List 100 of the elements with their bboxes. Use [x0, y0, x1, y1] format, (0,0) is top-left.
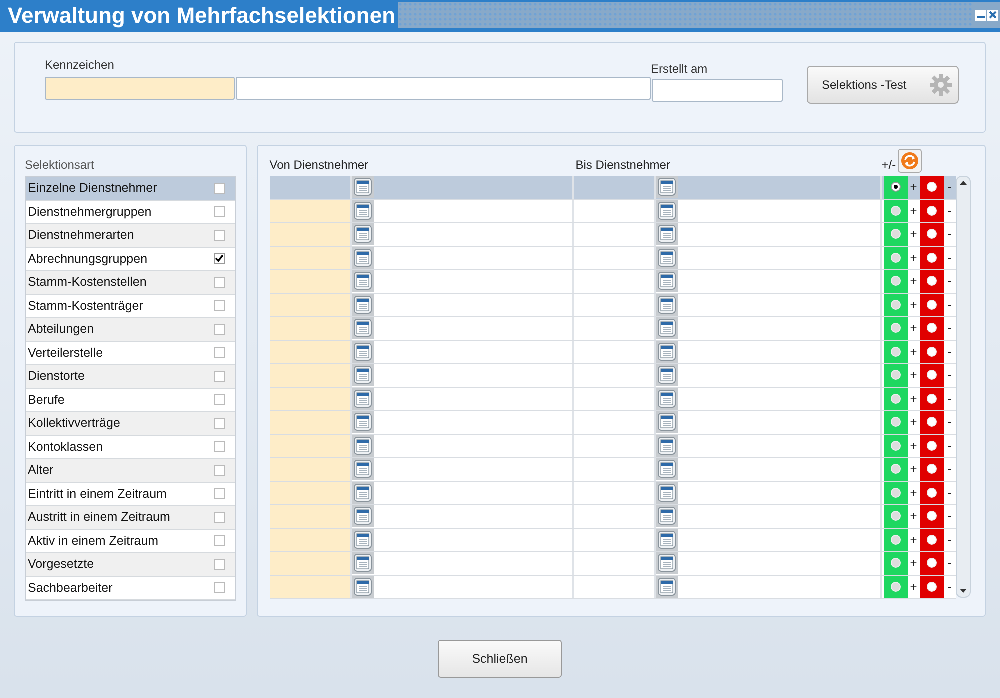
to-picker-button[interactable] [656, 270, 678, 292]
exclude-radio[interactable] [926, 276, 937, 286]
minimize-button[interactable] [975, 10, 986, 20]
checkbox[interactable] [214, 206, 225, 218]
exclude-radio[interactable] [926, 417, 937, 428]
from-picker-button[interactable] [352, 482, 374, 504]
to-picker-button[interactable] [656, 505, 678, 527]
selection-test-button[interactable]: Selektions -Test [807, 66, 959, 104]
from-code-field[interactable] [270, 364, 352, 386]
to-picker-button[interactable] [656, 200, 678, 222]
from-code-field[interactable] [270, 505, 352, 528]
kennzeichen-field[interactable] [45, 77, 235, 100]
exclude-radio[interactable] [926, 346, 937, 357]
grid-row[interactable]: + - [270, 317, 956, 340]
to-picker-button[interactable] [656, 528, 678, 550]
exclude-radio[interactable] [926, 558, 937, 568]
from-code-field[interactable] [270, 388, 352, 410]
to-picker-button[interactable] [656, 388, 678, 410]
from-picker-button[interactable] [352, 458, 374, 480]
checkbox[interactable] [214, 300, 225, 312]
grid-row[interactable]: + - [270, 364, 956, 388]
to-picker-button[interactable] [656, 176, 678, 198]
checkbox[interactable] [214, 324, 225, 335]
grid-row[interactable]: + - [270, 246, 956, 270]
grid-row[interactable]: + - [270, 200, 956, 223]
list-item[interactable]: Vorgesetzte [26, 553, 235, 576]
exclude-radio[interactable] [926, 534, 937, 545]
from-picker-button[interactable] [352, 246, 374, 268]
from-code-field[interactable] [270, 246, 352, 269]
grid-row[interactable]: + - [270, 411, 956, 434]
from-picker-button[interactable] [352, 176, 374, 198]
grid-row[interactable]: + - [270, 388, 956, 411]
grid-row[interactable]: + - [270, 434, 956, 458]
list-item[interactable]: Abteilungen [26, 318, 235, 342]
from-picker-button[interactable] [352, 505, 374, 527]
from-picker-button[interactable] [352, 576, 374, 598]
to-picker-button[interactable] [656, 552, 678, 574]
checkbox[interactable] [214, 535, 225, 546]
list-item[interactable]: Alter [26, 459, 235, 482]
from-code-field[interactable] [270, 528, 352, 551]
list-item[interactable]: Kollektivverträge [26, 412, 235, 436]
list-item[interactable]: Abrechnungsgruppen [26, 248, 235, 271]
exclude-radio[interactable] [926, 370, 937, 380]
list-item[interactable]: Austritt in einem Zeitraum [26, 506, 235, 530]
grid-row[interactable]: + - [270, 458, 956, 482]
grid-row[interactable]: + - [270, 340, 956, 364]
from-code-field[interactable] [270, 200, 352, 222]
exclude-radio[interactable] [926, 206, 937, 216]
to-picker-button[interactable] [656, 317, 678, 339]
exclude-radio[interactable] [926, 394, 937, 404]
grid-row[interactable]: + - [270, 482, 956, 505]
from-code-field[interactable] [270, 317, 352, 340]
exclude-radio[interactable] [926, 300, 937, 310]
exclude-radio[interactable] [926, 488, 937, 498]
to-picker-button[interactable] [656, 411, 678, 433]
grid-row[interactable]: + - [270, 528, 956, 552]
from-picker-button[interactable] [352, 223, 374, 245]
list-item[interactable]: Dienstnehmergruppen [26, 200, 235, 224]
checkbox[interactable] [214, 582, 225, 594]
close-dialog-button[interactable]: Schließen [438, 640, 562, 678]
from-picker-button[interactable] [352, 552, 374, 574]
list-item[interactable]: Stamm-Kostenträger [26, 294, 235, 318]
checkbox[interactable] [214, 347, 225, 358]
checkbox[interactable] [214, 370, 225, 382]
from-code-field[interactable] [270, 576, 352, 598]
from-picker-button[interactable] [352, 317, 374, 339]
to-picker-button[interactable] [656, 340, 678, 362]
to-picker-button[interactable] [656, 458, 678, 480]
to-picker-button[interactable] [656, 246, 678, 268]
exclude-radio[interactable] [926, 440, 937, 451]
exclude-radio[interactable] [926, 511, 937, 522]
from-picker-button[interactable] [352, 388, 374, 410]
grid-row[interactable]: + - [270, 223, 956, 246]
close-button[interactable] [987, 10, 998, 20]
description-field[interactable] [236, 77, 651, 100]
to-picker-button[interactable] [656, 223, 678, 245]
to-picker-button[interactable] [656, 482, 678, 504]
from-picker-button[interactable] [352, 411, 374, 433]
scrollbar[interactable] [956, 176, 971, 598]
checkbox[interactable] [214, 418, 225, 429]
list-item[interactable]: Eintritt in einem Zeitraum [26, 482, 235, 506]
from-code-field[interactable] [270, 340, 352, 363]
to-picker-button[interactable] [656, 364, 678, 386]
from-code-field[interactable] [270, 482, 352, 504]
grid-row[interactable]: + - [270, 576, 956, 599]
from-picker-button[interactable] [352, 200, 374, 222]
grid-row[interactable]: + - [270, 505, 956, 528]
list-item[interactable]: Einzelne Dienstnehmer [26, 177, 235, 200]
from-picker-button[interactable] [352, 364, 374, 386]
from-code-field[interactable] [270, 458, 352, 480]
from-code-field[interactable] [270, 411, 352, 434]
list-item[interactable]: Dienstorte [26, 365, 235, 388]
from-picker-button[interactable] [352, 434, 374, 456]
exclude-radio[interactable] [926, 229, 937, 240]
list-item[interactable]: Sachbearbeiter [26, 576, 235, 600]
to-picker-button[interactable] [656, 434, 678, 456]
list-item[interactable]: Dienstnehmerarten [26, 224, 235, 248]
from-picker-button[interactable] [352, 340, 374, 362]
from-code-field[interactable] [270, 434, 352, 457]
exclude-radio[interactable] [926, 464, 937, 474]
